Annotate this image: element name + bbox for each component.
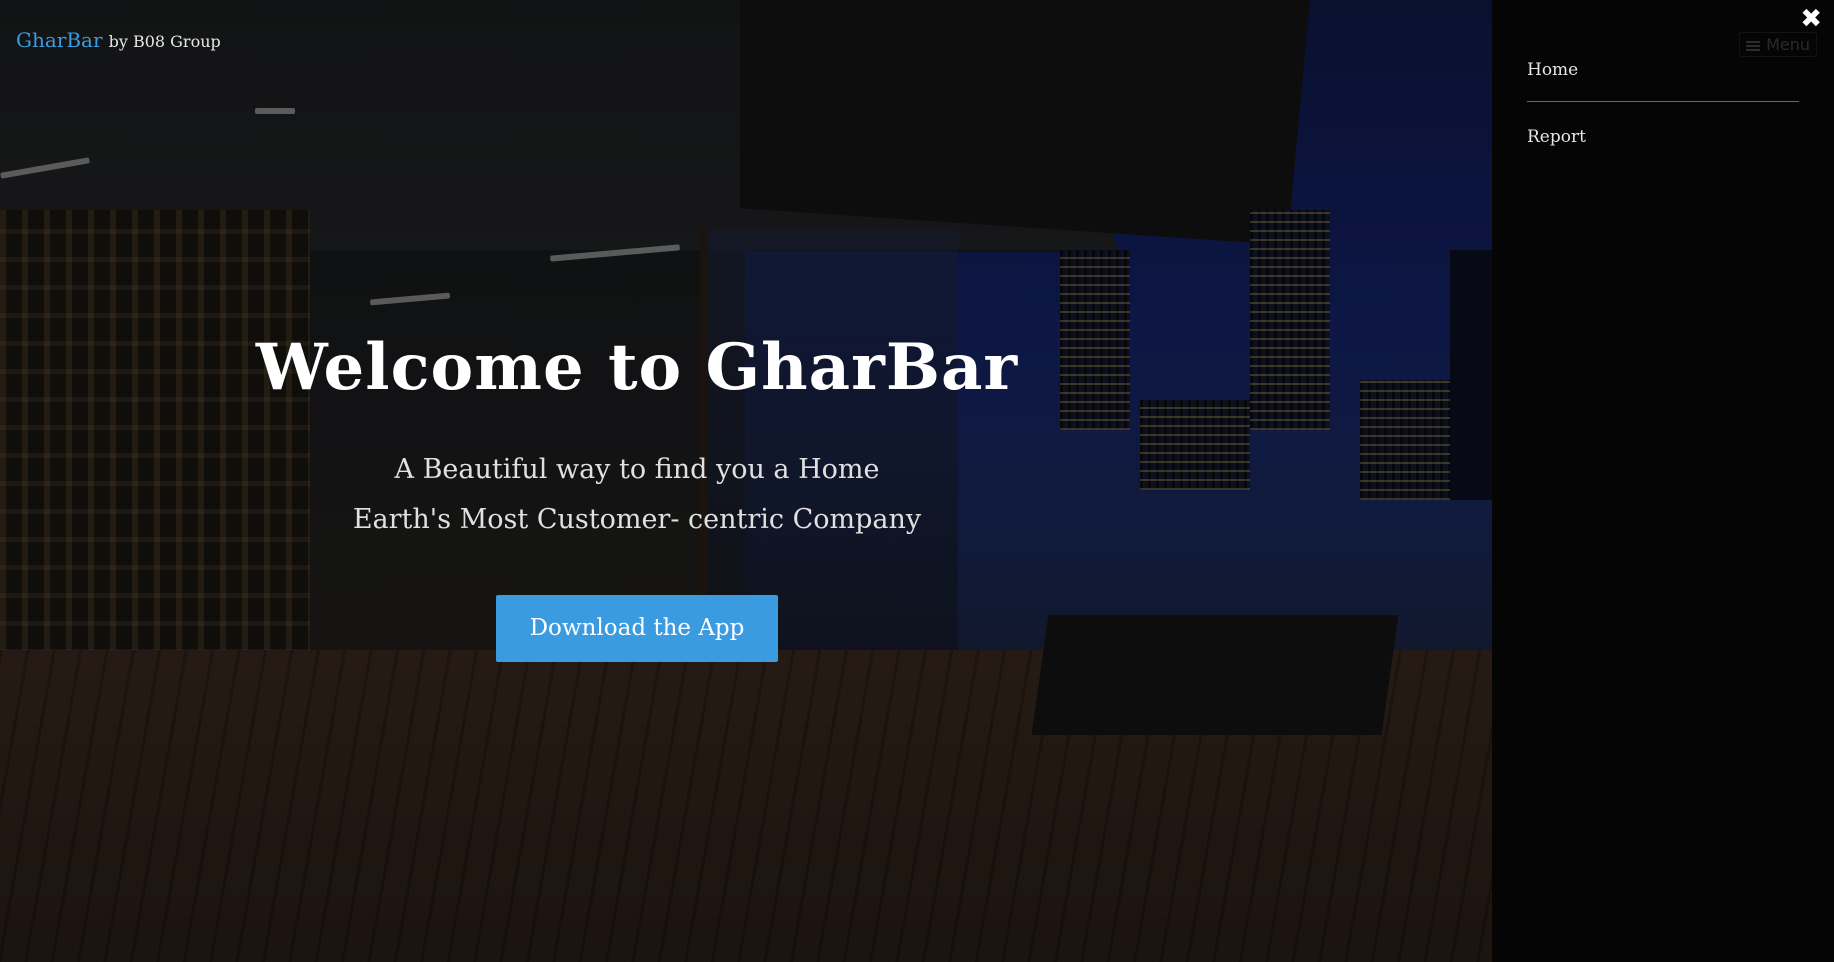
brand-logo-link[interactable]: GharBar by B08 Group bbox=[16, 28, 221, 52]
menu-toggle-label: Menu bbox=[1766, 35, 1810, 54]
hamburger-icon bbox=[1746, 44, 1761, 47]
menu-toggle-button[interactable]: Menu bbox=[1739, 32, 1817, 57]
download-app-button[interactable]: Download the App bbox=[496, 595, 778, 662]
hero-subtitle: A Beautiful way to find you a Home Earth… bbox=[0, 445, 1554, 545]
menu-list: Home Report bbox=[1527, 55, 1799, 182]
hero-subtitle-line-1: A Beautiful way to find you a Home bbox=[394, 454, 880, 485]
hero-title: Welcome to GharBar bbox=[255, 330, 1019, 405]
sidebar-item-report[interactable]: Report bbox=[1527, 122, 1799, 182]
sidebar-item-home[interactable]: Home bbox=[1527, 55, 1799, 102]
hero-content: Welcome to GharBar A Beautiful way to fi… bbox=[0, 330, 1554, 662]
close-icon[interactable]: ✖ bbox=[1800, 4, 1822, 34]
page: GharBar by B08 Group Welcome to GharBar … bbox=[0, 0, 1834, 962]
sidebar-menu: Menu ✖ Home Report bbox=[1492, 0, 1834, 962]
brand-name: GharBar bbox=[16, 28, 103, 52]
hero-subtitle-line-2: Earth's Most Customer- centric Company bbox=[352, 504, 922, 535]
brand-byline: by B08 Group bbox=[108, 32, 221, 51]
